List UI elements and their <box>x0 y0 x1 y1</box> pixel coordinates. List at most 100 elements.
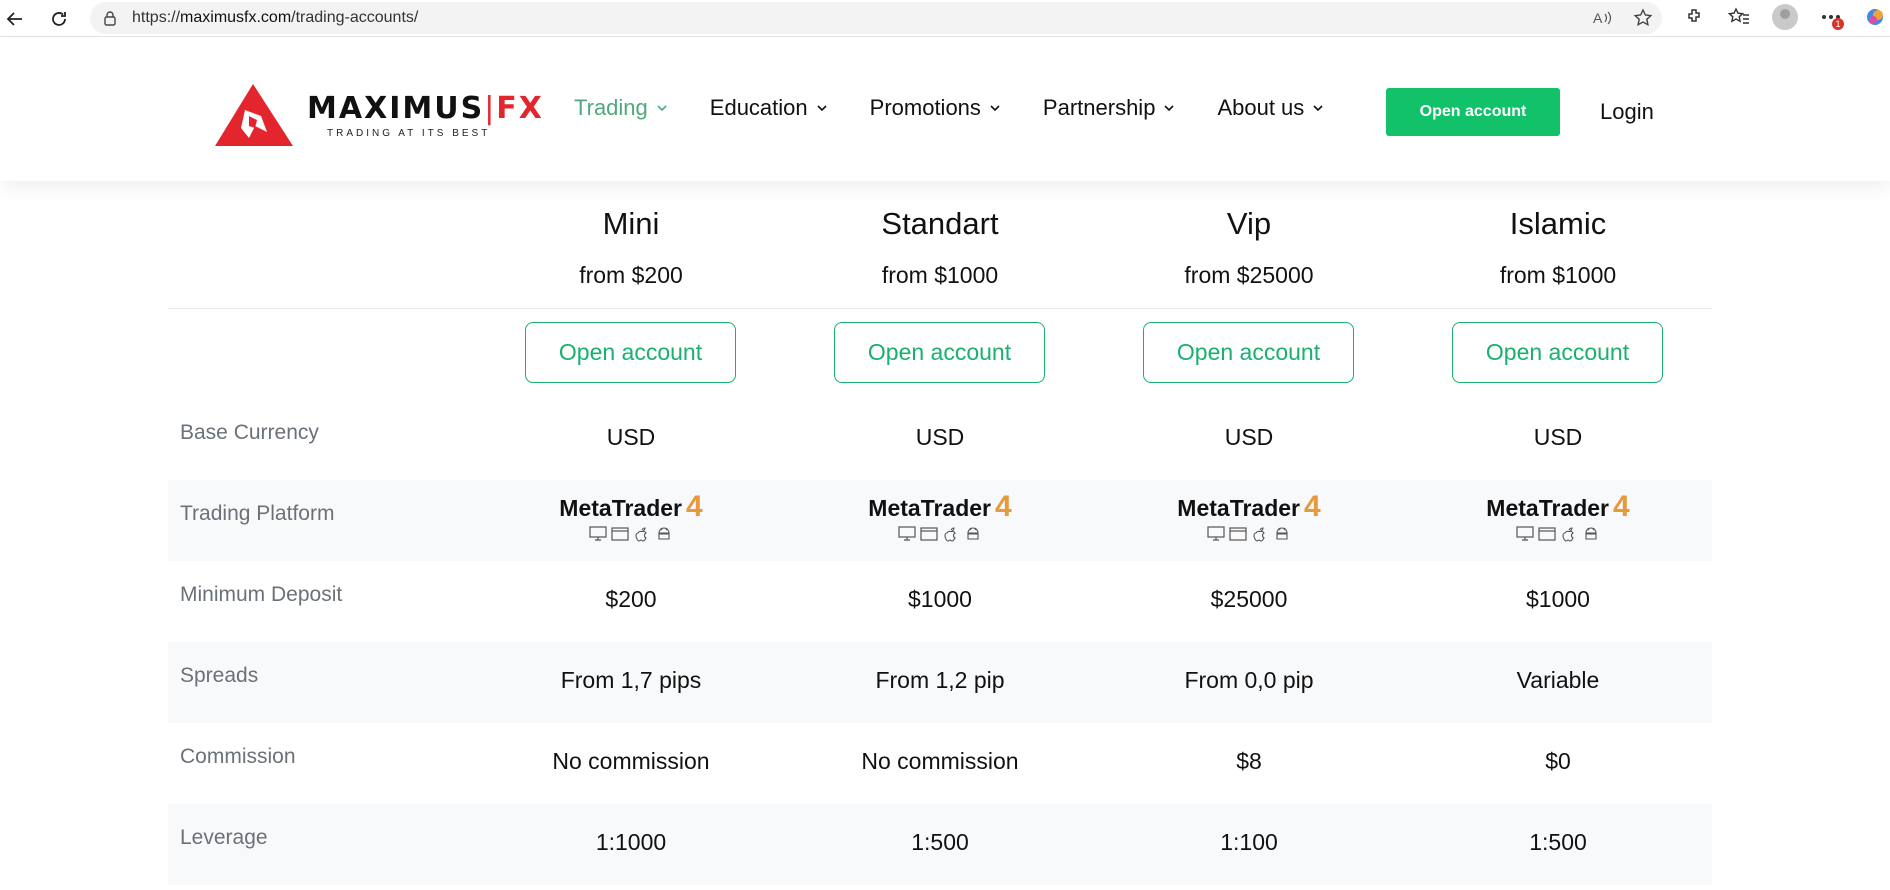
nav-trading[interactable]: Trading <box>574 84 668 132</box>
row-label: Spreads <box>180 664 259 687</box>
nav-promotions[interactable]: Promotions <box>870 84 1001 132</box>
account-name: Standart <box>881 206 999 241</box>
account-header-islamic: Islamic from $1000 <box>1404 182 1712 289</box>
profile-avatar[interactable] <box>1772 4 1798 30</box>
read-aloud-icon[interactable]: A <box>1592 7 1614 29</box>
apple-icon <box>635 527 647 542</box>
cell-value: $8 <box>1236 748 1262 774</box>
web-mt4-icon <box>1538 527 1556 541</box>
cell-value: $200 <box>605 586 657 612</box>
account-name: Mini <box>602 206 660 241</box>
copilot-icon[interactable] <box>1864 6 1886 28</box>
metatrader-badge: MetaTrader 4 <box>786 490 1094 542</box>
row-minimum-deposit: Minimum Deposit $200 $1000 $25000 $1000 <box>168 561 1712 642</box>
cell-value: USD <box>915 424 965 450</box>
row-label: Minimum Deposit <box>180 583 343 606</box>
cell-value: From 1,7 pips <box>560 667 702 693</box>
desktop-mt4-icon <box>589 526 607 541</box>
cell-value: 1:1000 <box>595 829 667 855</box>
row-trading-platform: Trading Platform MetaTrader 4 MetaTrader 4… <box>168 480 1712 561</box>
url-text[interactable]: https://maximusfx.com/trading-accounts/ <box>132 9 418 27</box>
row-leverage: Leverage 1:1000 1:500 1:100 1:500 <box>168 804 1712 885</box>
account-headers-row: Mini from $200 Standart from $1000 Vip f… <box>168 182 1712 309</box>
more-menu-icon[interactable]: 1 <box>1820 6 1844 30</box>
platform-version: 4 <box>995 490 1012 523</box>
extensions-icon[interactable] <box>1684 6 1706 28</box>
row-base-currency: Base Currency USD USD USD USD <box>168 399 1712 480</box>
header-open-account-button[interactable]: Open account <box>1386 88 1560 136</box>
star-icon[interactable] <box>1632 7 1654 29</box>
cell-value: USD <box>606 424 656 450</box>
platform-icons <box>1095 526 1403 542</box>
browser-toolbar: https://maximusfx.com/trading-accounts/ … <box>0 0 1890 37</box>
logo-brand-text: MAXIMUS|FX <box>307 90 544 126</box>
platform-version: 4 <box>1613 490 1630 523</box>
platform-name: MetaTrader <box>868 495 992 521</box>
account-header-standart: Standart from $1000 <box>786 182 1094 289</box>
logo-tagline: TRADING AT ITS BEST <box>327 127 491 139</box>
platform-name: MetaTrader <box>1486 495 1610 521</box>
account-min-from: from $1000 <box>1499 262 1617 288</box>
apple-icon <box>1253 527 1265 542</box>
open-account-vip-button[interactable]: Open account <box>1143 322 1354 383</box>
desktop-mt4-icon <box>898 526 916 541</box>
back-arrow-icon[interactable] <box>2 6 28 32</box>
metatrader-badge: MetaTrader 4 <box>477 490 785 542</box>
metatrader-badge: MetaTrader 4 <box>1095 490 1403 542</box>
row-commission: Commission No commission No commission $… <box>168 723 1712 804</box>
desktop-mt4-icon <box>1516 526 1534 541</box>
web-mt4-icon <box>1229 527 1247 541</box>
row-label: Trading Platform <box>180 502 335 525</box>
platform-name: MetaTrader <box>559 495 683 521</box>
cell-value: USD <box>1533 424 1583 450</box>
favorites-icon[interactable] <box>1728 6 1750 28</box>
bull-logo-icon <box>215 84 293 146</box>
main-nav: Trading Education Promotions Partnership… <box>574 84 1366 132</box>
chevron-down-icon <box>1164 105 1175 112</box>
apple-icon <box>944 527 956 542</box>
platform-version: 4 <box>686 490 703 523</box>
svg-text:A: A <box>1593 10 1603 26</box>
cell-value: 1:500 <box>911 829 969 855</box>
open-account-islamic-button[interactable]: Open account <box>1452 322 1663 383</box>
android-icon <box>1276 527 1288 540</box>
nav-partnership[interactable]: Partnership <box>1043 84 1176 132</box>
cell-value: $25000 <box>1210 586 1288 612</box>
site-header: MAXIMUS|FX TRADING AT ITS BEST Trading E… <box>0 37 1890 181</box>
nav-education[interactable]: Education <box>710 84 828 132</box>
account-min-from: from $1000 <box>881 262 999 288</box>
cell-value: Variable <box>1516 667 1600 693</box>
login-link[interactable]: Login <box>1600 99 1654 125</box>
reload-icon[interactable] <box>46 6 72 32</box>
maximusfx-logo[interactable]: MAXIMUS|FX TRADING AT ITS BEST <box>215 82 544 148</box>
web-mt4-icon <box>920 527 938 541</box>
chevron-down-icon <box>657 105 667 112</box>
platform-version: 4 <box>1304 490 1321 523</box>
account-name: Vip <box>1226 206 1272 241</box>
cell-value: 1:100 <box>1220 829 1278 855</box>
chevron-down-icon <box>817 105 827 112</box>
apple-icon <box>1562 527 1574 542</box>
accounts-comparison-table: Mini from $200 Standart from $1000 Vip f… <box>168 182 1712 885</box>
cell-value: From 0,0 pip <box>1184 667 1314 693</box>
account-min-from: from $200 <box>579 262 683 288</box>
cell-value: $1000 <box>1526 586 1590 612</box>
cell-value: $1000 <box>908 586 972 612</box>
cell-value: 1:500 <box>1529 829 1587 855</box>
platform-icons <box>786 526 1094 542</box>
android-icon <box>658 527 670 540</box>
address-bar[interactable]: https://maximusfx.com/trading-accounts/ … <box>90 2 1662 34</box>
cell-value: No commission <box>552 748 710 774</box>
row-label: Leverage <box>180 826 268 849</box>
open-account-mini-button[interactable]: Open account <box>525 322 736 383</box>
cell-value: From 1,2 pip <box>875 667 1005 693</box>
cell-value: No commission <box>861 748 1019 774</box>
nav-about-us[interactable]: About us <box>1217 84 1324 132</box>
account-header-mini: Mini from $200 <box>477 182 785 289</box>
cell-value: $0 <box>1545 748 1571 774</box>
lock-icon[interactable] <box>100 8 120 28</box>
web-mt4-icon <box>611 527 629 541</box>
open-account-standart-button[interactable]: Open account <box>834 322 1045 383</box>
metatrader-badge: MetaTrader 4 <box>1404 490 1712 542</box>
account-name: Islamic <box>1509 206 1607 241</box>
